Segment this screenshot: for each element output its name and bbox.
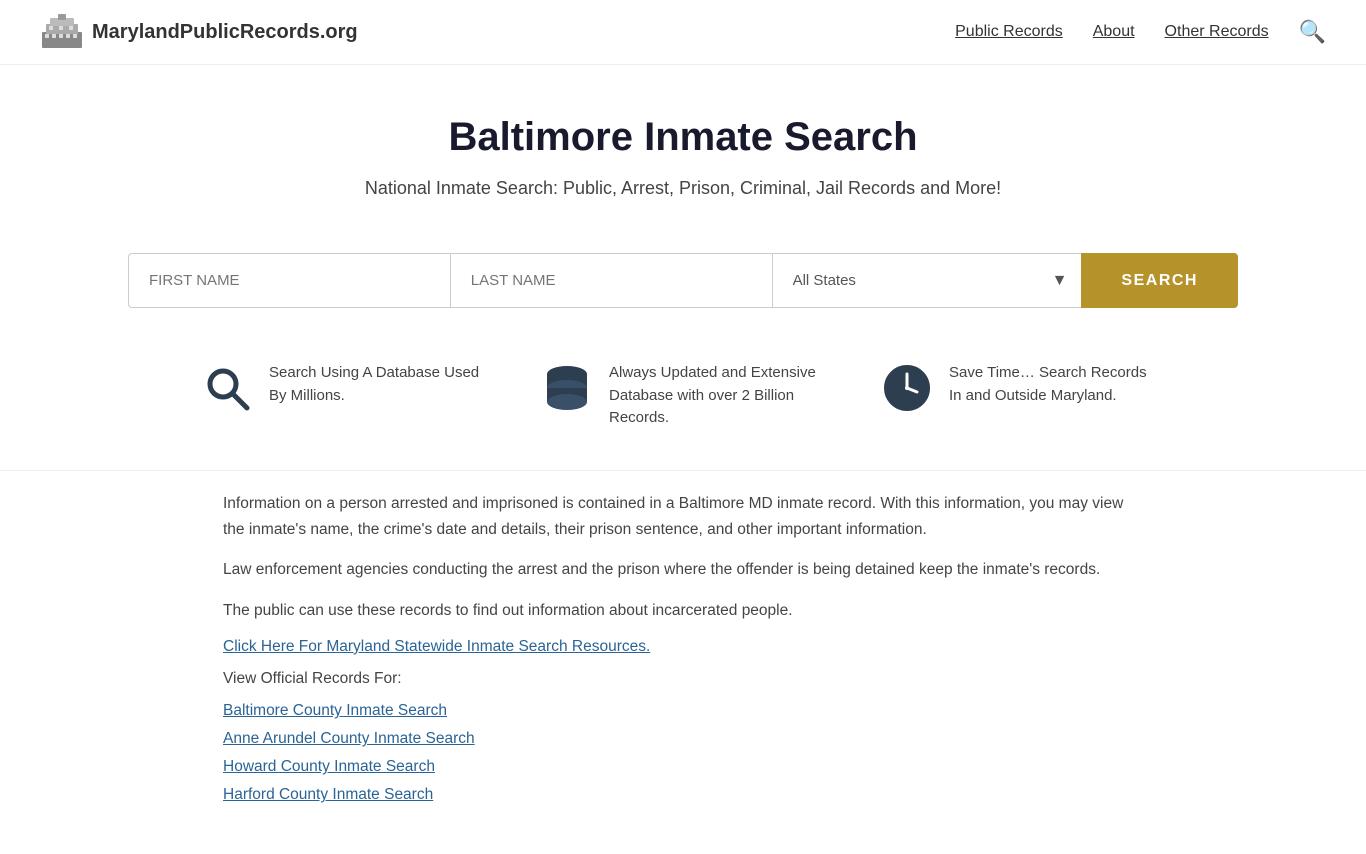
feature-clock: Save Time… Search Records In and Outside… xyxy=(883,362,1163,423)
anne-arundel-link-block: Anne Arundel County Inmate Search xyxy=(223,730,1143,748)
database-feature-icon xyxy=(543,364,591,427)
nav-other-records[interactable]: Other Records xyxy=(1165,23,1269,41)
main-content: Information on a person arrested and imp… xyxy=(183,471,1183,854)
content-para-1: Information on a person arrested and imp… xyxy=(223,491,1143,544)
logo-link[interactable]: MarylandPublicRecords.org xyxy=(40,14,358,50)
nav-search-icon[interactable]: 🔍 xyxy=(1299,19,1326,45)
feature-search: Search Using A Database Used By Millions… xyxy=(203,362,483,423)
page-title: Baltimore Inmate Search xyxy=(20,115,1346,160)
state-select-wrapper: All StatesAlabamaAlaskaArizonaArkansasCa… xyxy=(772,253,1082,308)
statewide-inmate-search-link[interactable]: Click Here For Maryland Statewide Inmate… xyxy=(223,638,650,655)
logo-icon xyxy=(40,14,84,50)
nav-about[interactable]: About xyxy=(1093,23,1135,41)
logo-text: MarylandPublicRecords.org xyxy=(92,21,358,44)
content-para-2: Law enforcement agencies conducting the … xyxy=(223,557,1143,583)
hero-section: Baltimore Inmate Search National Inmate … xyxy=(0,65,1366,229)
feature-database-text: Always Updated and Extensive Database wi… xyxy=(609,362,823,430)
nav-public-records[interactable]: Public Records xyxy=(955,23,1063,41)
search-form: All StatesAlabamaAlaskaArizonaArkansasCa… xyxy=(108,253,1258,308)
howard-county-inmate-link[interactable]: Howard County Inmate Search xyxy=(223,758,435,775)
baltimore-county-link-block: Baltimore County Inmate Search xyxy=(223,702,1143,720)
feature-clock-text: Save Time… Search Records In and Outside… xyxy=(949,362,1163,407)
howard-county-link-block: Howard County Inmate Search xyxy=(223,758,1143,776)
anne-arundel-inmate-link[interactable]: Anne Arundel County Inmate Search xyxy=(223,730,475,747)
features-section: Search Using A Database Used By Millions… xyxy=(83,332,1283,470)
search-button[interactable]: SEARCH xyxy=(1081,253,1238,308)
baltimore-county-inmate-link[interactable]: Baltimore County Inmate Search xyxy=(223,702,447,719)
content-para-3: The public can use these records to find… xyxy=(223,598,1143,624)
search-feature-icon xyxy=(203,364,251,423)
feature-database: Always Updated and Extensive Database wi… xyxy=(543,362,823,430)
statewide-link-block: Click Here For Maryland Statewide Inmate… xyxy=(223,638,1143,656)
clock-feature-icon xyxy=(883,364,931,423)
harford-county-link-block: Harford County Inmate Search xyxy=(223,786,1143,804)
main-nav: Public Records About Other Records 🔍 xyxy=(955,19,1326,45)
harford-county-inmate-link[interactable]: Harford County Inmate Search xyxy=(223,786,433,803)
last-name-input[interactable] xyxy=(450,253,772,308)
hero-subtitle: National Inmate Search: Public, Arrest, … xyxy=(20,178,1346,199)
first-name-input[interactable] xyxy=(128,253,450,308)
feature-search-text: Search Using A Database Used By Millions… xyxy=(269,362,483,407)
state-select[interactable]: All StatesAlabamaAlaskaArizonaArkansasCa… xyxy=(773,254,1082,307)
site-header: MarylandPublicRecords.org Public Records… xyxy=(0,0,1366,65)
view-official-label: View Official Records For: xyxy=(223,666,1143,692)
